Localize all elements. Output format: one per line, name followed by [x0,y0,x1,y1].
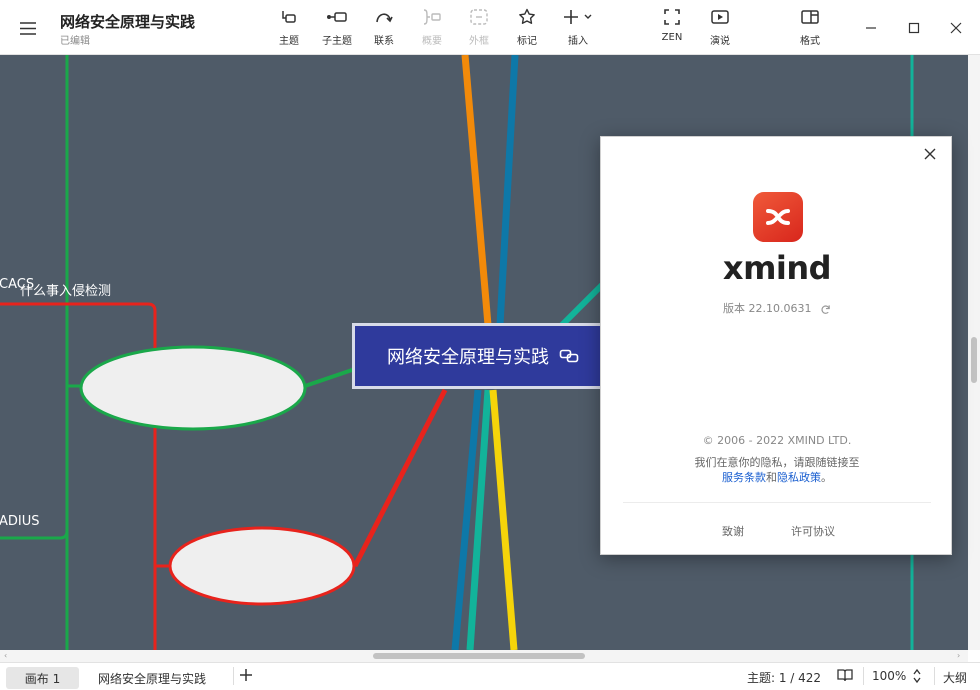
outline-divider [934,667,935,685]
license-button[interactable]: 许可协议 [791,523,835,539]
terms-of-service-link[interactable]: 服务条款 [722,471,766,484]
zoom-stepper-icon[interactable] [912,667,922,688]
toolbar-zen-label: ZEN [661,32,683,43]
app-name: xmind [722,249,832,287]
toolbar-marker-button[interactable]: 标记 [502,8,552,50]
central-topic[interactable]: 网络安全原理与实践 [352,323,614,389]
toolbar-pitch-label: 演说 [710,36,730,47]
red-branch-main [352,388,448,568]
map-book-icon[interactable] [837,668,853,685]
relationship-icon [376,13,393,23]
zoom-level[interactable]: 100% [872,669,906,683]
toolbar-subtopic-button[interactable]: 子主题 [312,8,362,50]
scroll-left-icon[interactable]: ‹ [4,650,7,662]
central-topic-label: 网络安全原理与实践 [387,347,549,368]
toolbar-boundary-label: 外框 [469,36,489,47]
toolbar-summary-label: 概要 [422,36,442,47]
format-panel-icon [801,10,819,24]
summary-icon [423,9,441,25]
yellow-branch-bottom [489,389,518,650]
toolbar-boundary-button[interactable]: 外框 [454,8,504,50]
scroll-right-icon[interactable]: › [957,650,960,662]
toolbar-insert-button[interactable]: 插入 [553,8,603,50]
green-ellipse-topic [79,345,307,431]
orange-branch [461,55,492,326]
privacy-policy-link[interactable]: 隐私政策 [777,471,821,484]
red-ellipse-topic [168,526,356,606]
pitch-icon [711,10,729,24]
thanks-button[interactable]: 致谢 [722,523,744,539]
green-branch-radius-connector [0,530,69,540]
dialog-divider [623,502,931,503]
and-text: 和 [766,471,777,484]
version-label: 版本 22.10.0631 [723,302,812,315]
vertical-scroll-thumb[interactable] [971,337,977,383]
dialog-close-icon[interactable] [919,143,941,165]
hamburger-menu-icon[interactable] [14,14,42,42]
toolbar-topic-button[interactable]: 主题 [264,8,314,50]
toolbar-format-label: 格式 [800,36,820,47]
topic-count: 主题: 1 / 422 [747,671,822,685]
privacy-notice: 我们在意你的隐私，请跟随链接至 服务条款和隐私政策。 [601,455,953,485]
zoom-divider [863,667,864,685]
toolbar-topic-label: 主题 [279,36,299,47]
insert-icon [564,10,592,24]
toolbar-pitch-button[interactable]: 演说 [695,8,745,50]
check-update-icon[interactable] [820,304,831,315]
document-title: 网络安全原理与实践 [60,13,196,31]
maximize-icon[interactable] [899,14,929,42]
status-bar: 画布 1 网络安全原理与实践 主题: 1 / 422 100% 大纲 [0,662,980,690]
toolbar-subtopic-label: 子主题 [322,36,352,47]
toolbar-zen-button[interactable]: ZEN [647,8,697,50]
toolbar-insert-label: 插入 [568,36,588,47]
toolbar-summary-button[interactable]: 概要 [407,8,457,50]
horizontal-scroll-thumb[interactable] [373,653,585,659]
copyright-text: © 2006 - 2022 XMIND LTD. [702,434,852,447]
version-text: 版本 22.10.0631 [601,300,953,316]
toolbar-format-button[interactable]: 格式 [785,8,835,50]
horizontal-scrollbar[interactable]: ‹ › [0,650,968,662]
sheet-tab-canvas-1[interactable]: 画布 1 [6,667,79,689]
branch-label-radius[interactable]: ADIUS [0,514,40,529]
privacy-text: 我们在意你的隐私，请跟随链接至 [694,456,860,469]
about-dialog: xmind 版本 22.10.0631 © 2006 - 2022 XMIND … [600,136,952,555]
link-icon[interactable] [559,349,579,363]
xmind-logo-icon [753,192,803,242]
outline-button[interactable]: 大纲 [943,669,967,686]
close-window-icon[interactable] [941,14,971,42]
minimize-icon[interactable] [856,14,886,42]
boundary-icon [470,9,488,25]
toolbar-relationship-button[interactable]: 联系 [359,8,409,50]
teal-branch-right [557,282,605,330]
blue-branch-top [496,55,519,326]
subtopic-icon [327,12,347,22]
topic-icon [282,11,296,23]
zen-icon [664,9,680,25]
marker-icon [519,8,535,24]
green-branch-main [304,367,356,388]
period-text: 。 [821,471,832,484]
toolbar-marker-label: 标记 [517,36,537,47]
sheet-tab-network-security[interactable]: 网络安全原理与实践 [98,667,206,689]
document-status: 已编辑 [60,36,90,47]
title-bar: 网络安全原理与实践 已编辑 主题 子主题 联系 概要 外框 标记 插入 ZEN … [0,0,980,55]
add-sheet-icon[interactable] [239,666,253,687]
toolbar-relationship-label: 联系 [374,36,394,47]
branch-label-intrusion-detection[interactable]: 什么事入侵检测 [20,280,111,299]
sheet-divider [233,667,234,685]
vertical-scrollbar[interactable] [968,55,980,650]
